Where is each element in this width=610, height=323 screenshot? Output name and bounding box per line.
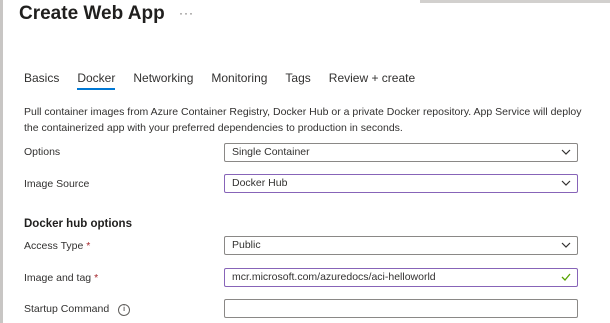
left-border (0, 0, 3, 323)
docker-description: Pull container images from Azure Contain… (24, 106, 582, 134)
image-source-dropdown[interactable]: Docker Hub (224, 174, 578, 193)
options-dropdown[interactable]: Single Container (224, 143, 578, 162)
access-type-label: Access Type * (24, 240, 90, 252)
required-marker: * (86, 240, 91, 252)
create-web-app-page: Create Web App ··· Basics Docker Network… (0, 0, 610, 323)
chevron-down-icon (561, 149, 571, 155)
startup-command-label-text: Startup Command (24, 303, 110, 315)
startup-command-label: Startup Command i (24, 303, 131, 316)
tab-bar: Basics Docker Networking Monitoring Tags… (24, 71, 433, 90)
image-and-tag-input[interactable]: mcr.microsoft.com/azuredocs/aci-hellowor… (224, 268, 578, 287)
info-icon[interactable]: i (118, 304, 131, 316)
chevron-down-icon (561, 180, 571, 186)
docker-hub-options-heading: Docker hub options (24, 218, 132, 230)
top-scroll-strip (420, 0, 610, 3)
required-marker: * (94, 272, 99, 284)
tab-networking[interactable]: Networking (133, 71, 193, 90)
options-label: Options (24, 146, 61, 158)
tab-tags[interactable]: Tags (285, 71, 310, 90)
tab-docker[interactable]: Docker (77, 71, 116, 90)
tab-basics[interactable]: Basics (24, 71, 59, 90)
image-and-tag-label: Image and tag * (24, 272, 98, 284)
access-type-value: Public (232, 239, 261, 251)
startup-command-input[interactable] (224, 299, 578, 318)
access-type-dropdown[interactable]: Public (224, 236, 578, 255)
image-source-label: Image Source (24, 178, 90, 190)
access-type-label-text: Access Type (24, 240, 84, 252)
more-options-button[interactable]: ··· (179, 6, 194, 20)
image-source-value: Docker Hub (232, 177, 288, 189)
checkmark-icon (561, 273, 571, 281)
image-and-tag-value: mcr.microsoft.com/azuredocs/aci-hellowor… (232, 271, 436, 283)
options-value: Single Container (232, 146, 310, 158)
tab-review-create[interactable]: Review + create (329, 71, 415, 90)
page-title: Create Web App (19, 3, 165, 24)
tab-monitoring[interactable]: Monitoring (211, 71, 267, 90)
chevron-down-icon (561, 242, 571, 248)
image-and-tag-label-text: Image and tag (24, 272, 92, 284)
